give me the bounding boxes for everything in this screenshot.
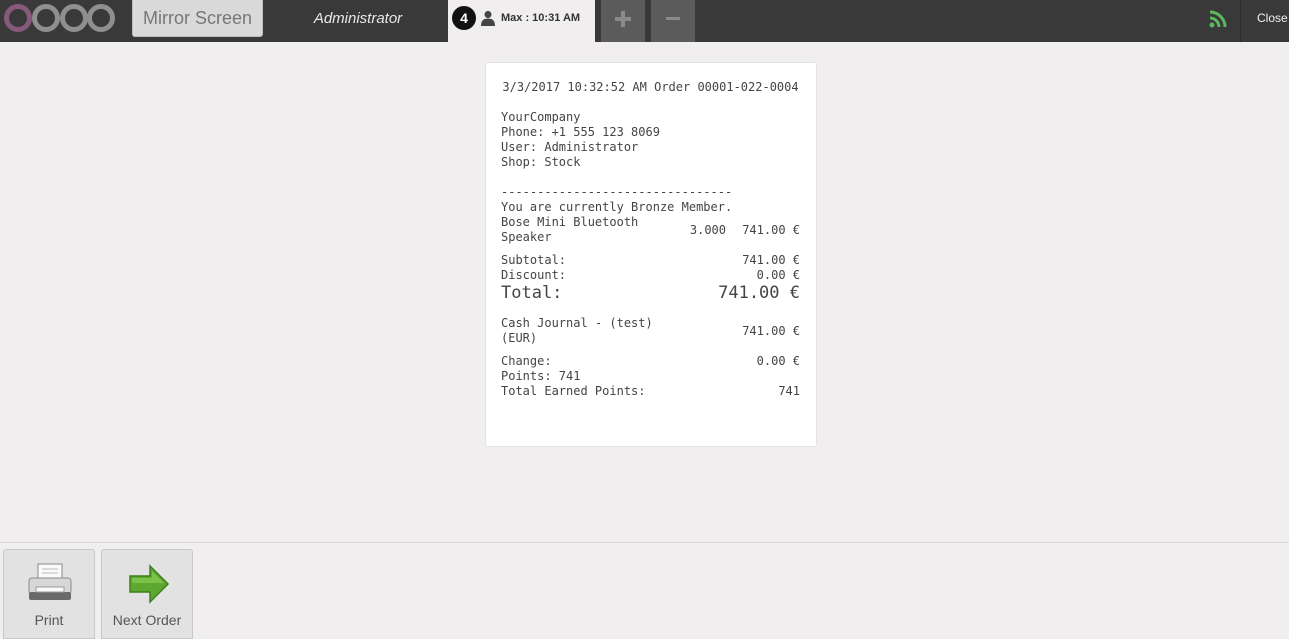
company-name: YourCompany [501, 110, 581, 124]
payment-amount: 741.00 € [742, 324, 800, 338]
next-order-label: Next Order [112, 612, 182, 628]
order-line: Bose Mini Bluetooth Speaker 3.000 741.00… [501, 215, 800, 245]
delete-order-button[interactable] [651, 0, 695, 42]
subtotal-label: Subtotal: [501, 253, 567, 267]
minus-icon [666, 17, 680, 20]
company-phone: Phone: +1 555 123 8069 [501, 125, 660, 139]
cashier-user: User: Administrator [501, 140, 639, 154]
earned-points-label: Total Earned Points: [501, 384, 646, 398]
receipt-header: 3/3/2017 10:32:52 AM Order 00001-022-000… [502, 80, 799, 94]
close-button[interactable]: Close [1240, 0, 1289, 42]
product-name: Bose Mini Bluetooth Speaker [501, 215, 639, 244]
product-price: 741.00 € [742, 223, 800, 237]
total-label: Total: [501, 283, 563, 303]
top-bar: Mirror Screen Administrator 4 Max : 10:3… [0, 0, 1289, 42]
order-sequence-badge: 4 [452, 6, 476, 30]
separator: -------------------------------- [501, 185, 733, 199]
odoo-logo [4, 4, 115, 32]
discount-label: Discount: [501, 268, 567, 282]
change-label: Change: [501, 354, 552, 368]
receipt: 3/3/2017 10:32:52 AM Order 00001-022-000… [485, 62, 817, 447]
change-row: Change: 0.00 € [501, 354, 800, 369]
points-line: Points: 741 [501, 369, 581, 383]
order-tab-label: Max : 10:31 AM [501, 12, 581, 24]
shop-name: Shop: Stock [501, 155, 581, 169]
earned-points-value: 741 [778, 384, 800, 398]
product-quantity: 3.000 [689, 223, 726, 237]
mirror-screen-button[interactable]: Mirror Screen [132, 0, 263, 37]
add-order-button[interactable] [601, 0, 645, 42]
subtotal-value: 741.00 € [742, 253, 800, 267]
change-value: 0.00 € [756, 354, 800, 368]
bottom-action-bar: Print Next Order [0, 542, 1289, 639]
print-button[interactable]: Print [3, 549, 95, 639]
user-icon [481, 11, 495, 26]
membership-note: You are currently Bronze Member. [501, 200, 733, 214]
earned-points-row: Total Earned Points: 741 [501, 384, 800, 399]
arrow-right-icon [129, 564, 170, 604]
printer-icon [28, 563, 72, 600]
username[interactable]: Administrator [290, 0, 426, 38]
discount-row: Discount: 0.00 € [501, 268, 800, 283]
total-value: 741.00 € [718, 283, 800, 303]
payment-line: Cash Journal - (test) (EUR) 741.00 € [501, 316, 800, 346]
order-tab[interactable]: 4 Max : 10:31 AM [448, 0, 595, 42]
payment-method: Cash Journal - (test) (EUR) [501, 316, 653, 345]
discount-value: 0.00 € [756, 268, 800, 282]
total-row: Total: 741.00 € [501, 283, 800, 303]
subtotal-row: Subtotal: 741.00 € [501, 253, 800, 268]
print-label: Print [34, 612, 64, 628]
plus-icon [615, 11, 631, 27]
next-order-button[interactable]: Next Order [101, 549, 193, 639]
connection-status-icon[interactable] [1209, 10, 1229, 28]
